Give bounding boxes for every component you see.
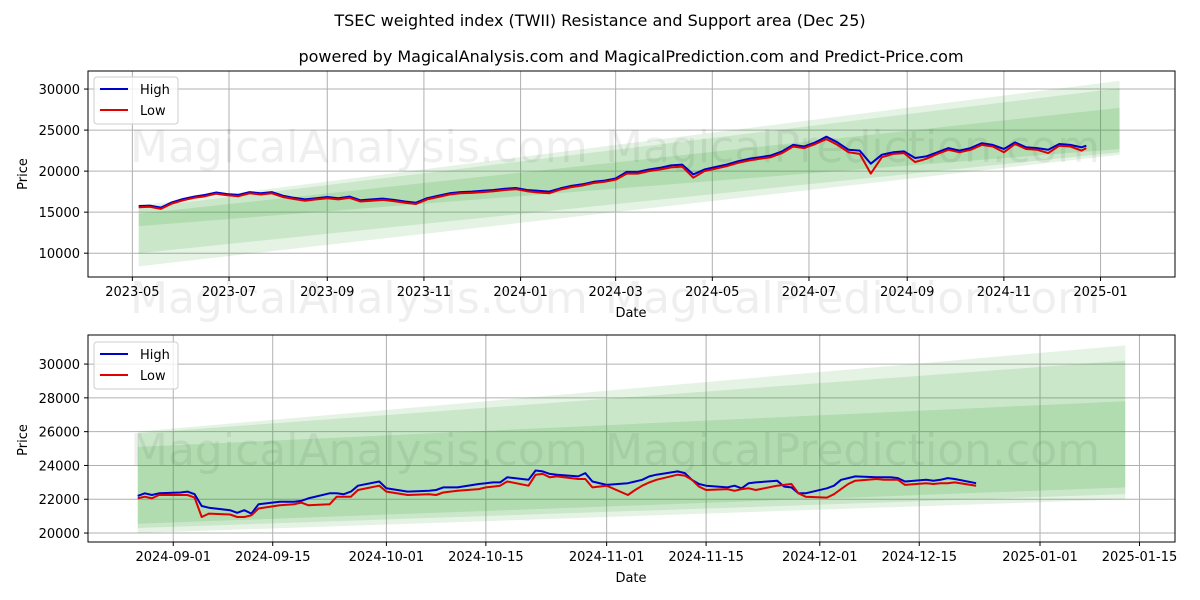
legend-high-label: High [140, 348, 170, 363]
x-tick-label: 2025-01-01 [1002, 550, 1078, 565]
y-axis-label: Price [16, 158, 31, 190]
legend-low-label: Low [140, 104, 166, 119]
x-axis-label: Date [615, 306, 646, 321]
watermark-text: MagicalAnalysis.com [130, 122, 588, 173]
x-axis: 2024-09-01 2024-09-15 2024-10-01 2024-10-15… [135, 542, 1177, 565]
x-tick-label: 2024-11-15 [668, 550, 744, 565]
x-tick-label: 2024-09 [880, 285, 934, 300]
y-tick-label: 28000 [39, 392, 80, 407]
legend: High Low [93, 76, 179, 125]
y-tick-label: 10000 [39, 247, 80, 262]
bottom-price-chart: MagicalAnalysis.com MagicalPrediction.co… [16, 334, 1177, 586]
chart-title: TSEC weighted index (TWII) Resistance an… [333, 11, 865, 30]
watermark-text: MagicalAnalysis.com [130, 425, 588, 476]
y-tick-label: 22000 [39, 493, 80, 508]
x-tick-label: 2024-11-01 [569, 550, 645, 565]
legend-high-label: High [140, 83, 170, 98]
y-tick-label: 24000 [39, 459, 80, 474]
chart-subtitle: powered by MagicalAnalysis.com and Magic… [298, 47, 963, 66]
top-price-chart: MagicalAnalysis.com MagicalPrediction.co… [16, 70, 1176, 324]
x-tick-label: 2024-12-15 [881, 550, 957, 565]
x-tick-label: 2024-10-01 [349, 550, 425, 565]
x-tick-label: 2024-07 [782, 285, 836, 300]
y-tick-label: 15000 [39, 206, 80, 221]
y-axis: 10000 15000 20000 25000 30000 [39, 83, 88, 262]
y-tick-label: 20000 [39, 165, 80, 180]
x-tick-label: 2023-05 [105, 285, 159, 300]
watermark: MagicalAnalysis.com MagicalPrediction.co… [130, 425, 1100, 476]
y-axis: 20000 22000 24000 26000 28000 30000 [39, 358, 88, 542]
legend: High Low [93, 341, 179, 390]
legend-low-label: Low [140, 369, 166, 384]
y-tick-label: 25000 [39, 124, 80, 139]
x-tick-label: 2023-09 [300, 285, 354, 300]
y-tick-label: 30000 [39, 83, 80, 98]
watermark-text: MagicalPrediction.com [605, 425, 1100, 476]
x-axis-label: Date [615, 571, 646, 586]
x-tick-label: 2025-01-15 [1102, 550, 1178, 565]
x-tick-label: 2024-01 [493, 285, 547, 300]
x-tick-label: 2024-10-15 [448, 550, 524, 565]
y-axis-label: Price [16, 424, 31, 456]
figure: TSEC weighted index (TWII) Resistance an… [16, 11, 1177, 586]
y-tick-label: 26000 [39, 426, 80, 441]
x-tick-label: 2024-09-01 [135, 550, 211, 565]
x-tick-label: 2024-05 [685, 285, 739, 300]
x-tick-label: 2024-11 [977, 285, 1031, 300]
x-tick-label: 2025-01 [1073, 285, 1127, 300]
y-tick-label: 30000 [39, 358, 80, 373]
x-tick-label: 2024-09-15 [235, 550, 311, 565]
x-tick-label: 2023-11 [397, 285, 451, 300]
x-tick-label: 2024-03 [588, 285, 642, 300]
y-tick-label: 20000 [39, 527, 80, 542]
x-tick-label: 2023-07 [202, 285, 256, 300]
x-tick-label: 2024-12-01 [782, 550, 858, 565]
